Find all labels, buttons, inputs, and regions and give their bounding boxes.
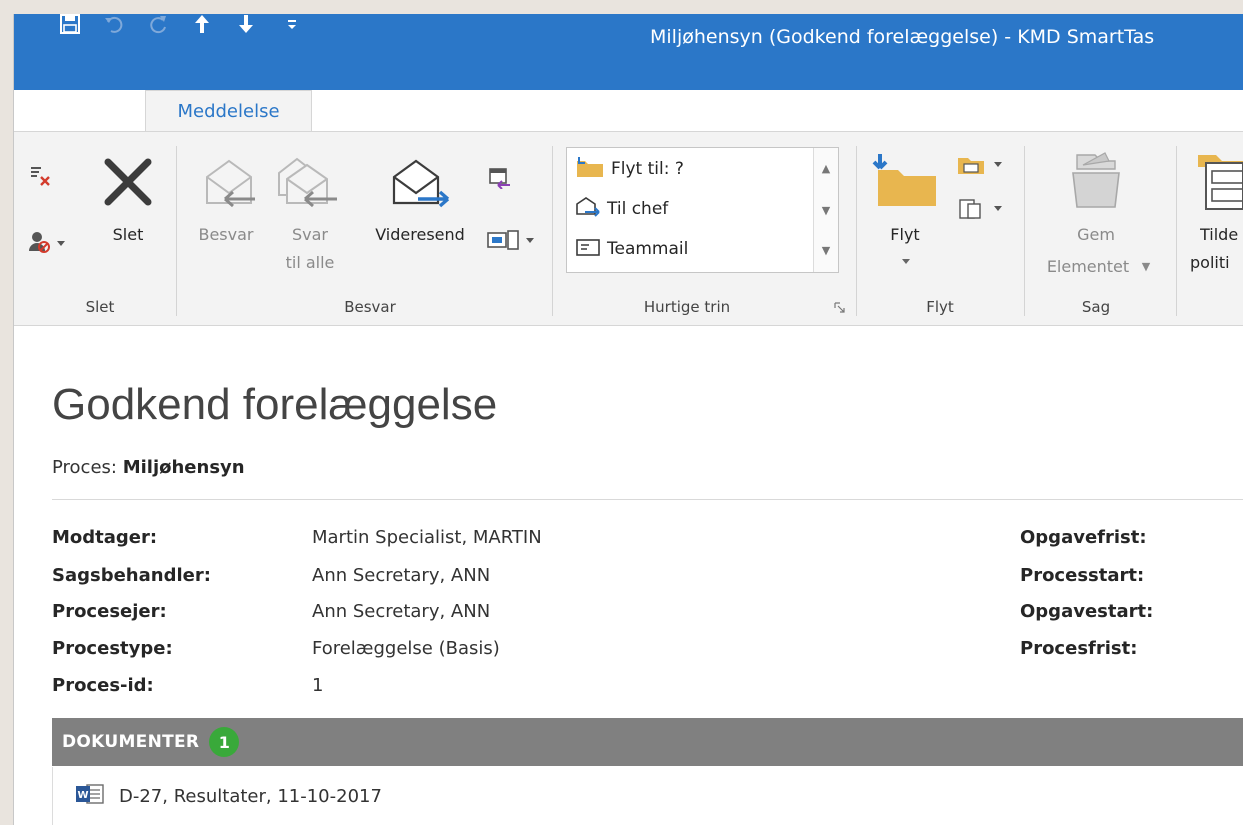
quick-step-label: Teammail [607,239,689,259]
assign-policy-button[interactable]: Tilde [1200,224,1243,246]
document-name[interactable]: D-27, Resultater, 11-10-2017 [119,786,382,807]
group-label-besvar: Besvar [344,298,396,316]
quick-step-label: Til chef [607,199,669,219]
page-title: Godkend forelæggelse [52,380,498,429]
reply-all-button-line2[interactable]: til alle [272,252,348,274]
reply-button[interactable]: Besvar [190,224,262,246]
save-element-icon[interactable] [1060,146,1130,216]
quick-step-to-manager[interactable]: Til chef [575,194,668,224]
folder-move-icon [575,155,605,184]
window-frame-border [13,14,14,825]
process-line: Proces: Miljøhensyn [52,457,245,478]
save-element-dropdown-icon[interactable]: ▼ [1136,256,1156,278]
svg-text:W: W [77,790,88,801]
field-value-process-owner: Ann Secretary, ANN [312,601,491,622]
rules-icon[interactable] [950,150,1010,180]
undo-icon[interactable] [98,0,130,48]
reply-icon[interactable] [195,150,265,216]
arrow-up-icon[interactable] [186,0,218,48]
word-document-icon: W [75,783,105,809]
forward-button[interactable]: Videresend [356,224,484,246]
quick-step-team-email[interactable]: Teammail [575,234,688,264]
field-label-case-handler: Sagsbehandler: [52,565,211,586]
list-item[interactable]: W D-27, Resultater, 11-10-2017 [52,767,1243,825]
tab-message[interactable]: Meddelelse [145,90,312,132]
delete-button[interactable]: Slet [108,224,148,246]
move-button[interactable]: Flyt [880,224,930,246]
group-label-sag: Sag [1081,298,1111,316]
field-label-process-type: Procestype: [52,638,173,659]
group-separator [856,146,857,316]
group-label-slet: Slet [85,298,115,316]
meeting-reply-icon[interactable] [484,164,516,192]
move-dropdown-icon[interactable] [896,252,916,272]
divider [52,499,1243,500]
field-value-process-type: Forelæggelse (Basis) [312,638,500,659]
group-separator [1176,146,1177,316]
assign-policy-icon[interactable] [1190,146,1243,216]
quick-step-move-to[interactable]: Flyt til: ? [575,154,684,184]
group-label-quick-steps: Hurtige trin [643,298,731,316]
quick-step-label: Flyt til: ? [611,159,684,179]
field-value-process-id: 1 [312,675,324,696]
scroll-up-icon[interactable]: ▲ [814,148,838,188]
quick-steps-gallery: Flyt til: ? Til chef Teammail ▲ ▼ ▼ [566,147,839,273]
group-label-flyt: Flyt [926,298,954,316]
window-title: Miljøhensyn (Godkend forelæggelse) - KMD… [650,26,1155,48]
delete-icon[interactable] [98,152,158,212]
process-name: Miljøhensyn [122,457,245,478]
tell-me-label: Fortæl mig, hvad du vil gøre... [364,100,636,122]
field-value-recipient: Martin Specialist, MARTIN [312,527,542,548]
group-separator [176,146,177,316]
field-label-recipient: Modtager: [52,527,158,548]
customize-icon[interactable] [276,0,308,48]
window-frame-left [0,14,14,825]
move-folder-icon[interactable] [870,148,942,212]
documents-title: DOKUMENTER [62,732,200,752]
arrow-down-icon[interactable] [230,0,262,48]
lightbulb-icon [340,98,356,124]
group-separator [552,146,553,316]
tell-me-search[interactable]: Fortæl mig, hvad du vil gøre... [340,90,636,132]
field-label-process-start: Processtart: [1020,565,1145,586]
process-prefix: Proces: [52,457,117,478]
field-label-process-owner: Procesejer: [52,601,167,622]
redo-icon[interactable] [142,0,174,48]
field-label-task-deadline: Opgavefrist: [1020,527,1147,548]
actions-icon[interactable] [950,194,1010,224]
assign-policy-button-line2[interactable]: politi [1190,252,1243,274]
ignore-conversation-icon[interactable] [20,158,60,194]
junk-icon[interactable] [20,224,74,260]
more-respond-icon[interactable] [484,226,540,254]
dialog-launcher-icon[interactable] [834,302,848,316]
documents-header[interactable]: DOKUMENTER 1 [52,718,1243,766]
field-value-case-handler: Ann Secretary, ANN [312,565,491,586]
save-element-button[interactable]: Gem [1066,224,1126,246]
save-element-button-line2[interactable]: Elementet [1040,256,1136,278]
documents-count-badge: 1 [209,727,240,757]
quick-steps-scrollbar[interactable]: ▲ ▼ ▼ [813,148,838,272]
tab-file[interactable]: Filer [48,90,86,132]
forward-mail-icon [575,196,601,223]
reply-all-button[interactable]: Svar [280,224,340,246]
field-label-task-start: Opgavestart: [1020,601,1154,622]
field-label-process-deadline: Procesfrist: [1020,638,1138,659]
save-icon[interactable] [54,0,86,48]
team-mail-icon [575,236,601,263]
scroll-down-icon[interactable]: ▼ [814,190,838,230]
expand-gallery-icon[interactable]: ▼ [814,230,838,270]
forward-icon[interactable] [384,150,458,216]
group-separator [1024,146,1025,316]
field-label-process-id: Proces-id: [52,675,154,696]
reply-all-icon[interactable] [272,150,346,216]
